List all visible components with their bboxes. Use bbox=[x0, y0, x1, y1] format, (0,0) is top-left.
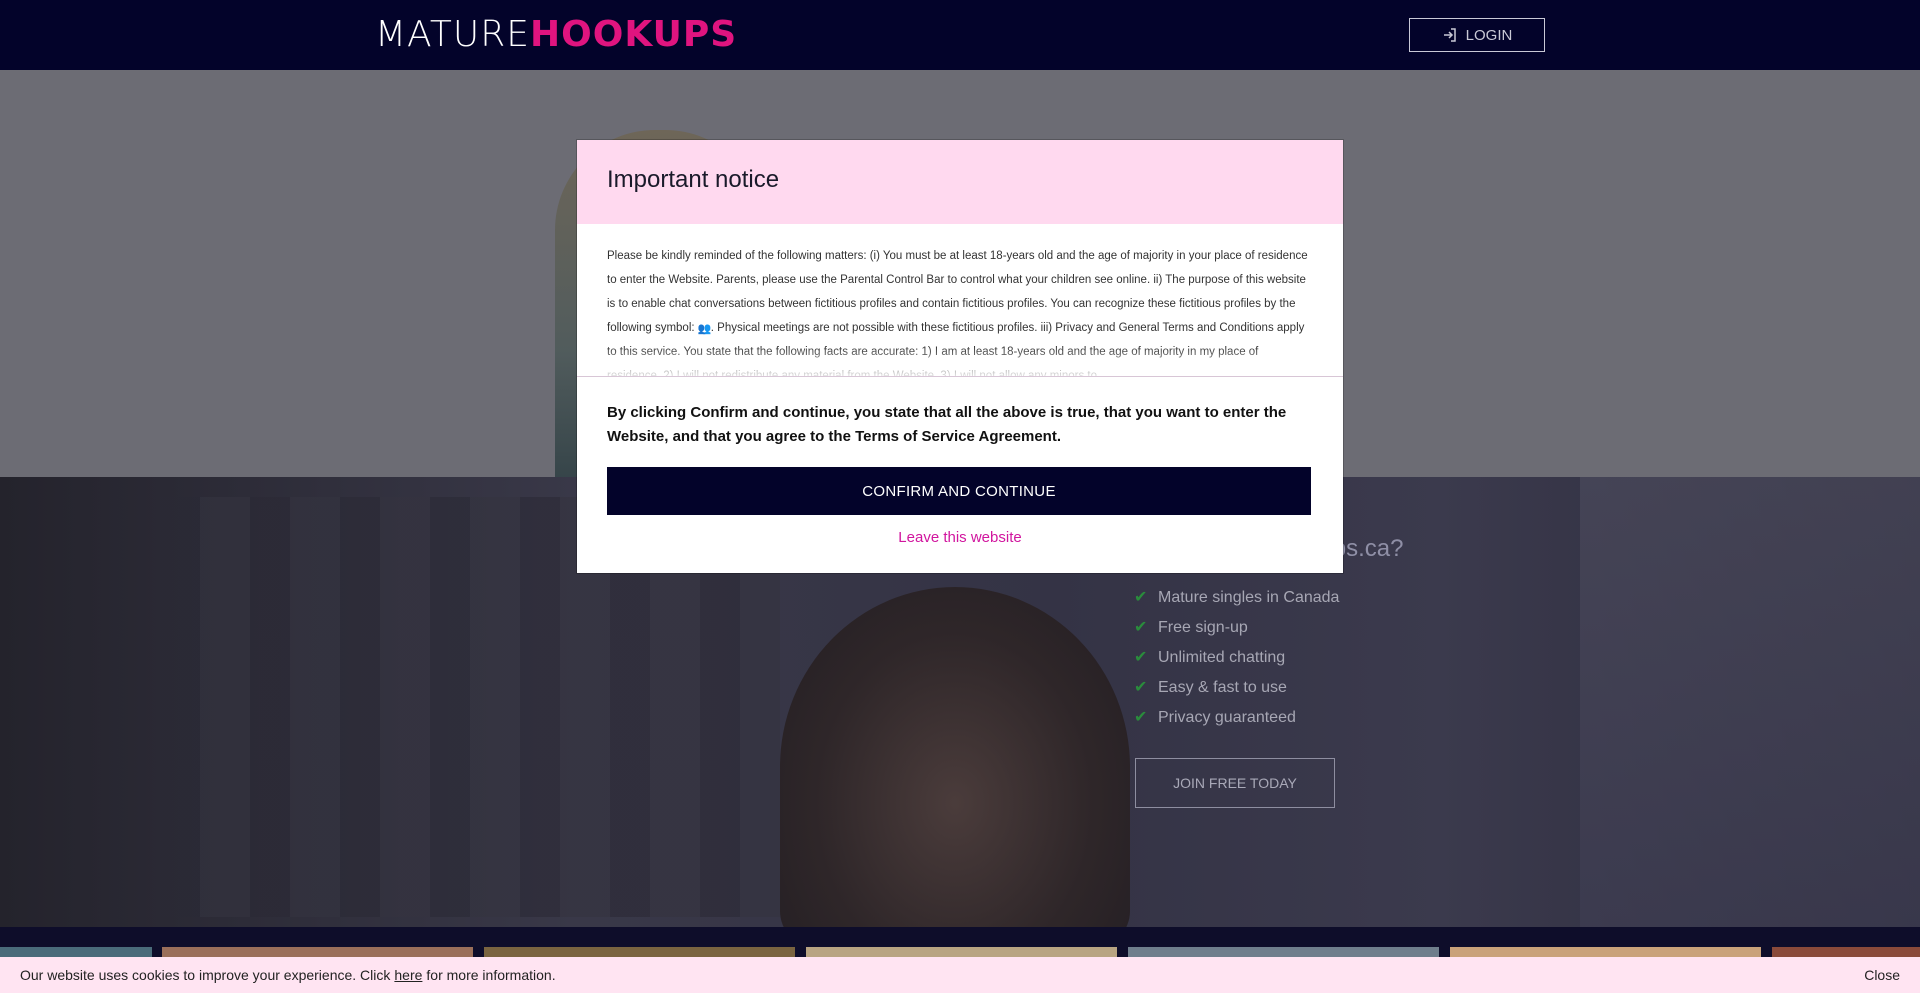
logo-text-mature: MATURE bbox=[375, 13, 530, 55]
modal-title: Important notice bbox=[607, 166, 780, 193]
cookie-info-link[interactable]: here bbox=[394, 967, 422, 983]
login-label: LOGIN bbox=[1465, 26, 1513, 44]
feature-label: Free sign-up bbox=[1158, 619, 1248, 636]
site-header: MATURE HOOKUPS LOGIN bbox=[0, 0, 1920, 70]
leave-website-link[interactable]: Leave this website bbox=[607, 529, 1313, 546]
feature-list: ✔ Mature singles in Canada ✔ Free sign-up … bbox=[1134, 583, 1339, 733]
fictitious-profile-icon: 👥 bbox=[697, 323, 712, 335]
feature-item: ✔ Easy & fast to use bbox=[1134, 673, 1339, 703]
feature-label: Privacy guaranteed bbox=[1158, 709, 1296, 726]
check-icon: ✔ bbox=[1134, 679, 1148, 696]
join-free-button[interactable]: JOIN FREE TODAY bbox=[1135, 758, 1335, 808]
modal-body-scroll[interactable]: Please be kindly reminded of the followi… bbox=[577, 224, 1343, 376]
cookie-text: Our website uses cookies to improve your… bbox=[20, 967, 391, 983]
feature-item: ✔ Free sign-up bbox=[1134, 613, 1339, 643]
feature-label: Mature singles in Canada bbox=[1158, 589, 1340, 606]
check-icon: ✔ bbox=[1134, 589, 1148, 606]
cookie-text-after: for more information. bbox=[426, 967, 556, 983]
login-button[interactable]: LOGIN bbox=[1409, 18, 1545, 52]
check-icon: ✔ bbox=[1134, 649, 1148, 666]
modal-footer: By clicking Confirm and continue, you st… bbox=[577, 377, 1343, 546]
feature-item: ✔ Mature singles in Canada bbox=[1134, 583, 1339, 613]
confirm-and-continue-button[interactable]: CONFIRM AND CONTINUE bbox=[607, 467, 1311, 515]
feature-item: ✔ Privacy guaranteed bbox=[1134, 703, 1339, 733]
check-icon: ✔ bbox=[1134, 619, 1148, 636]
login-icon bbox=[1443, 28, 1456, 42]
modal-header: Important notice bbox=[577, 140, 1343, 224]
scroll-fade bbox=[577, 346, 1343, 376]
feature-label: Unlimited chatting bbox=[1158, 649, 1286, 666]
logo-text-hookups: HOOKUPS bbox=[530, 13, 738, 55]
feature-label: Easy & fast to use bbox=[1158, 679, 1287, 696]
cookie-bar: Our website uses cookies to improve your… bbox=[0, 957, 1920, 993]
important-notice-modal: Important notice Please be kindly remind… bbox=[577, 140, 1343, 573]
feature-item: ✔ Unlimited chatting bbox=[1134, 643, 1339, 673]
agreement-text: By clicking Confirm and continue, you st… bbox=[607, 404, 1287, 445]
cookie-close-button[interactable]: Close bbox=[1864, 967, 1900, 983]
background-window-image bbox=[1580, 477, 1920, 927]
background-woman-image bbox=[780, 587, 1130, 927]
site-logo[interactable]: MATURE HOOKUPS bbox=[375, 13, 738, 55]
check-icon: ✔ bbox=[1134, 709, 1148, 726]
